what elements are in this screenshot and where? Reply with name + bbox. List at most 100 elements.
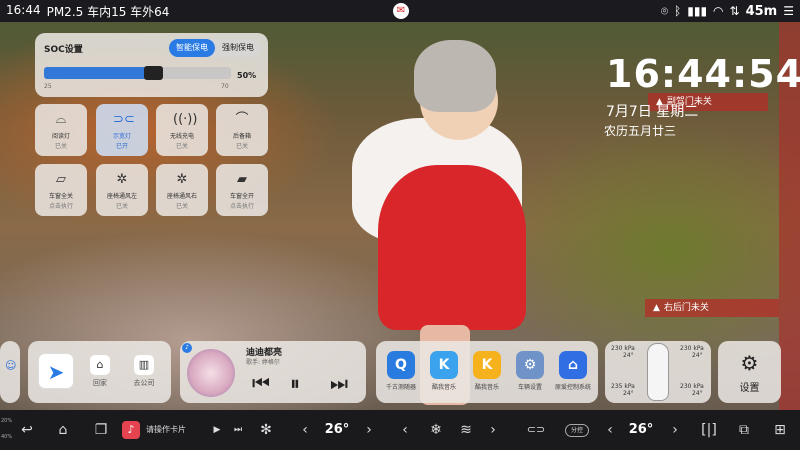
car-recirculation-icon[interactable]: ⊂⊃ [520, 410, 552, 450]
app-icon: Q [387, 351, 415, 379]
temp-left-down-icon[interactable]: ‹ [298, 410, 312, 450]
tire-temp: 24° [692, 352, 703, 359]
bluetooth-icon: ᛒ [674, 4, 682, 18]
temp-right-value: 26° [628, 422, 654, 437]
gear-icon: ⚙ [740, 351, 759, 375]
app-label: 原爱控制系统 [554, 384, 591, 391]
clock-lunar: 农历五月廿三 [604, 124, 677, 138]
temp-right-down-icon[interactable]: ‹ [603, 410, 617, 450]
temp-left-value: 26° [324, 422, 350, 437]
tire-pressure-card[interactable]: 230 kPa 24° 230 kPa 24° 235 kPa 24° 230 … [605, 341, 711, 403]
tile-label: 座椅通风右 [166, 193, 197, 200]
previous-icon[interactable]: ⏮ [252, 371, 270, 395]
soc-slider[interactable] [44, 66, 231, 80]
soc-min: 25 [44, 83, 52, 90]
soc-title: SOC设置 [44, 45, 83, 55]
app-shortcut[interactable]: ⚙ 车辆设置 [509, 351, 551, 391]
bottom-bar: 20% 40% ↩ ⌂ ❐ ♪ 请操作卡片 ▶ ⏭ ✻ ‹ 26° › ‹ ❄ … [0, 410, 800, 450]
app-label: 酷我音乐 [431, 384, 456, 391]
status-air-quality: PM2.5 车内15 车外64 [46, 4, 170, 19]
multi-window-icon[interactable]: ⧉ [734, 410, 754, 450]
company-label: 去公司 [133, 379, 155, 387]
battery-time: 45m [745, 3, 778, 19]
split-screen-icon[interactable]: [|] [698, 410, 720, 450]
navigation-icon[interactable]: ➤ [38, 353, 74, 389]
app-grid-icon[interactable]: ⊞ [770, 410, 790, 450]
tile-label: 无线充电 [169, 133, 194, 140]
seat-vent-right-icon: ✲ [176, 172, 188, 187]
album-art[interactable] [187, 349, 235, 397]
zone-control-button[interactable]: 分控 [565, 424, 589, 437]
tile-trunk[interactable]: ⌒ 后备箱 已关 [216, 104, 268, 156]
home-icon: ⌂ [90, 355, 110, 375]
tire-front-right: 230 kPa 24° [680, 345, 704, 359]
temp-left-up-icon[interactable]: › [362, 410, 376, 450]
song-artist: 歌手: 婷格尔 [246, 359, 280, 366]
navigation-card[interactable]: ➤ ⌂ 回家 ▥ 去公司 [28, 341, 171, 403]
back-icon[interactable]: ↩ [16, 410, 38, 450]
recent-apps-icon[interactable]: ❐ [90, 410, 112, 450]
tile-seat-vent-left[interactable]: ✲ 座椅通风左 已关 [96, 164, 148, 216]
window-close-icon: ▱ [56, 172, 66, 187]
wireless-charge-icon: ((·)) [173, 112, 198, 127]
menu-icon[interactable]: ☰ [783, 4, 794, 18]
warning-rear-right-door: ▲ 右后门未关 [645, 299, 779, 317]
tile-reading-lamp[interactable]: ⌓ 阅读灯 已关 [35, 104, 87, 156]
status-bar: 16:44 PM2.5 车内15 车外64 ✉ ⌾ ᛒ ▮▮▮ ◠ ⇅ 45m … [0, 0, 800, 22]
warning-text: 右后门未关 [663, 303, 709, 313]
home-icon[interactable]: ⌂ [52, 410, 74, 450]
next-mode-icon[interactable]: › [486, 410, 500, 450]
app-icon: ⚙ [516, 351, 544, 379]
tile-seat-vent-right[interactable]: ✲ 座椅通风右 已关 [156, 164, 208, 216]
tile-label: 车窗全开 [229, 193, 254, 200]
tile-wireless-charge[interactable]: ((·)) 无线充电 已关 [156, 104, 208, 156]
notification-icon[interactable]: ✉ [393, 3, 409, 19]
snowflake-icon[interactable]: ❄ [427, 410, 445, 450]
soc-force-tab[interactable]: 强制保电 [215, 39, 261, 57]
company-nav-button[interactable]: ▥ 去公司 [124, 355, 164, 388]
settings-card[interactable]: ⚙ 设置 [718, 341, 781, 403]
app-shortcut[interactable]: K 酷我音乐 [423, 351, 465, 391]
tile-state: 已关 [175, 203, 188, 210]
app-shortcut[interactable]: Q 千古测随器 [380, 351, 422, 391]
soc-mode-toggle: 智能保电 强制保电 [169, 39, 261, 57]
app-shortcuts: Q 千古测随器 K 酷我音乐 K 酷我音乐 ⚙ 车辆设置 ⌂ 原爱控制系统 [376, 341, 598, 403]
reading-lamp-icon: ⌓ [55, 112, 67, 127]
fan-icon[interactable]: ✻ [256, 410, 276, 450]
tile-label: 车窗全关 [48, 193, 73, 200]
tile-width-lamp[interactable]: ⊃⊂ 示宽灯 已开 [96, 104, 148, 156]
tile-label: 后备箱 [232, 133, 251, 140]
next-icon[interactable]: ⏭ [330, 371, 348, 395]
defrost-icon[interactable]: ≋ [455, 410, 477, 450]
home-nav-button[interactable]: ⌂ 回家 [80, 355, 120, 388]
app-icon: ⌂ [559, 351, 587, 379]
tile-window-close[interactable]: ▱ 车窗全关 点击执行 [35, 164, 87, 216]
dock-left-edge[interactable]: ☺ [0, 341, 20, 403]
tire-temp: 24° [623, 390, 634, 397]
soc-max: 70 [221, 83, 229, 90]
app-shortcut[interactable]: K 酷我音乐 [466, 351, 508, 391]
window-open-icon: ▰ [237, 172, 247, 187]
play-icon[interactable]: ▶ [210, 410, 224, 450]
pause-icon[interactable]: ⏸ [290, 371, 300, 395]
soc-slider-fill [44, 67, 148, 79]
tile-state: 已开 [115, 143, 128, 150]
music-note-icon[interactable]: ♪ [122, 421, 140, 439]
settings-label: 设置 [739, 383, 760, 394]
tire-pressure: 230 kPa [611, 345, 635, 352]
app-label: 千古测随器 [385, 384, 416, 391]
person-icon: ☺ [5, 359, 17, 372]
prev-mode-icon[interactable]: ‹ [398, 410, 412, 450]
tile-state: 已关 [115, 203, 128, 210]
location-icon: ⌾ [660, 3, 669, 18]
soc-smart-tab[interactable]: 智能保电 [169, 39, 215, 57]
skip-next-icon[interactable]: ⏭ [231, 410, 245, 450]
wallpaper-girl-hat [414, 40, 496, 112]
mini-indicator: 20% [1, 418, 13, 424]
app-shortcut[interactable]: ⌂ 原爱控制系统 [552, 351, 594, 391]
tile-window-open[interactable]: ▰ 车窗全开 点击执行 [216, 164, 268, 216]
upload-icon: ⇅ [729, 4, 740, 18]
soc-slider-thumb[interactable] [143, 66, 163, 80]
temp-right-up-icon[interactable]: › [668, 410, 682, 450]
tile-state: 已关 [175, 143, 188, 150]
